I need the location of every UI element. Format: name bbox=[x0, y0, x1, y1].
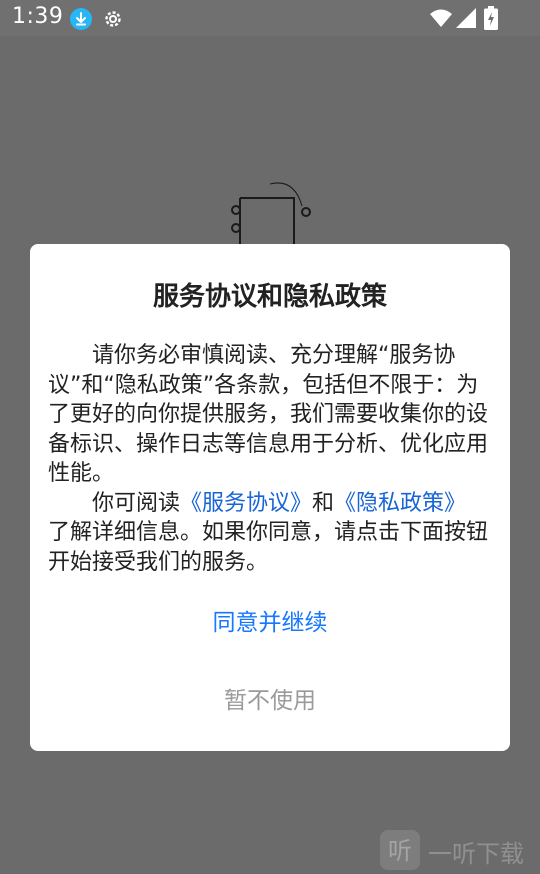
wifi-icon bbox=[430, 8, 452, 28]
policy-paragraph-2: 你可阅读《服务协议》和《隐私政策》了解详细信息。如果你同意，请点击下面按钮开始接… bbox=[48, 489, 488, 578]
background-illustration bbox=[226, 176, 320, 246]
signal-icon bbox=[456, 8, 476, 28]
policy-paragraph-1: 请你务必审慎阅读、充分理解“服务协议”和“隐私政策”各条款，包括但不限于：为了更… bbox=[48, 343, 489, 486]
paragraph-2-suffix: 了解详细信息。如果你同意，请点击下面按钮开始接受我们的服务。 bbox=[48, 520, 489, 575]
paragraph-2-prefix: 你可阅读 bbox=[92, 490, 181, 516]
download-icon bbox=[70, 8, 92, 30]
battery-icon bbox=[484, 6, 498, 30]
status-bar: 1:39 bbox=[0, 0, 540, 36]
settings-icon bbox=[102, 8, 124, 30]
dialog-body: 请你务必审慎阅读、充分理解“服务协议”和“隐私政策”各条款，包括但不限于：为了更… bbox=[48, 341, 488, 577]
watermark-text: 一听下载 bbox=[428, 840, 524, 868]
svg-text:听: 听 bbox=[388, 837, 412, 865]
decline-button[interactable]: 暂不使用 bbox=[150, 680, 390, 722]
privacy-policy-link[interactable]: 《隐私政策》 bbox=[334, 491, 466, 516]
watermark: 听 一听下载 bbox=[380, 828, 540, 872]
agree-continue-button[interactable]: 同意并继续 bbox=[150, 602, 390, 644]
dialog-title: 服务协议和隐私政策 bbox=[152, 282, 387, 312]
watermark-logo: 听 bbox=[380, 830, 420, 870]
paragraph-2-and: 和 bbox=[312, 490, 335, 516]
service-agreement-link[interactable]: 《服务协议》 bbox=[180, 491, 312, 516]
status-time: 1:39 bbox=[12, 4, 64, 29]
